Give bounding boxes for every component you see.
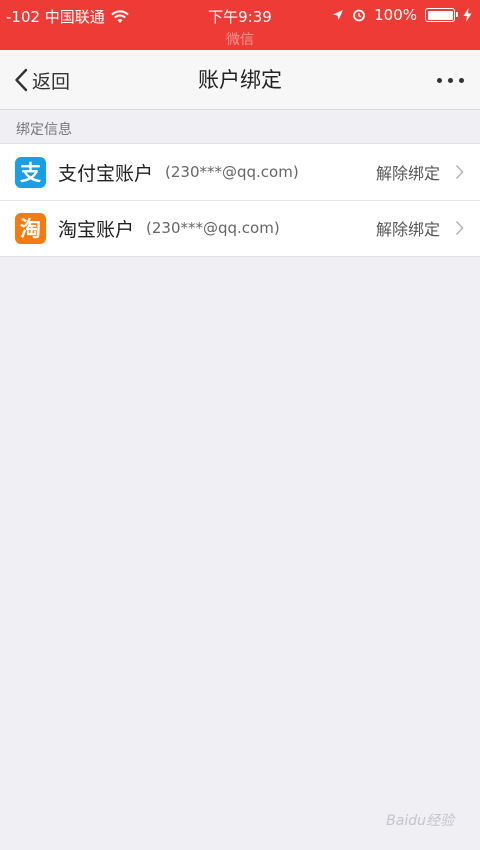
charging-bolt-icon [463,8,472,22]
page-title: 账户绑定 [198,68,282,92]
section-header: 绑定信息 [16,122,72,138]
baidu-watermark: Baidu经验 [386,813,454,829]
app-subtitle: 微信 [226,32,254,48]
unbind-button[interactable]: 解除绑定 [376,160,440,184]
account-name: 支付宝账户 [58,162,154,185]
unbind-button[interactable]: 解除绑定 [376,216,440,240]
location-arrow-icon [333,10,344,20]
battery-icon [425,8,458,22]
alarm-clock-icon [353,9,366,22]
chevron-right-icon [455,220,464,236]
battery-fill [427,10,453,20]
more-dot-icon [459,77,464,83]
navigation-bar: 返回 账户绑定 [0,50,480,110]
status-right: 100% [332,6,472,24]
account-list: 支 支付宝账户 (230***@qq.com) 解除绑定 淘 淘宝账户 (230… [0,143,480,257]
account-email: (230***@qq.com) [165,163,299,181]
status-bar: -102 中国联通 下午9:39 100% 微信 [0,0,480,50]
more-dot-icon [448,77,453,83]
taobao-icon: 淘 [15,212,46,244]
account-row-taobao[interactable]: 淘 淘宝账户 (230***@qq.com) 解除绑定 [0,200,480,256]
more-dot-icon [437,77,442,83]
account-row-alipay[interactable]: 支 支付宝账户 (230***@qq.com) 解除绑定 [0,144,480,200]
account-name: 淘宝账户 [58,218,135,241]
chevron-right-icon [455,164,464,180]
more-options-button[interactable] [437,50,464,110]
alipay-icon: 支 [15,156,46,188]
account-email: (230***@qq.com) [146,219,280,237]
battery-percent: 100% [374,6,417,24]
